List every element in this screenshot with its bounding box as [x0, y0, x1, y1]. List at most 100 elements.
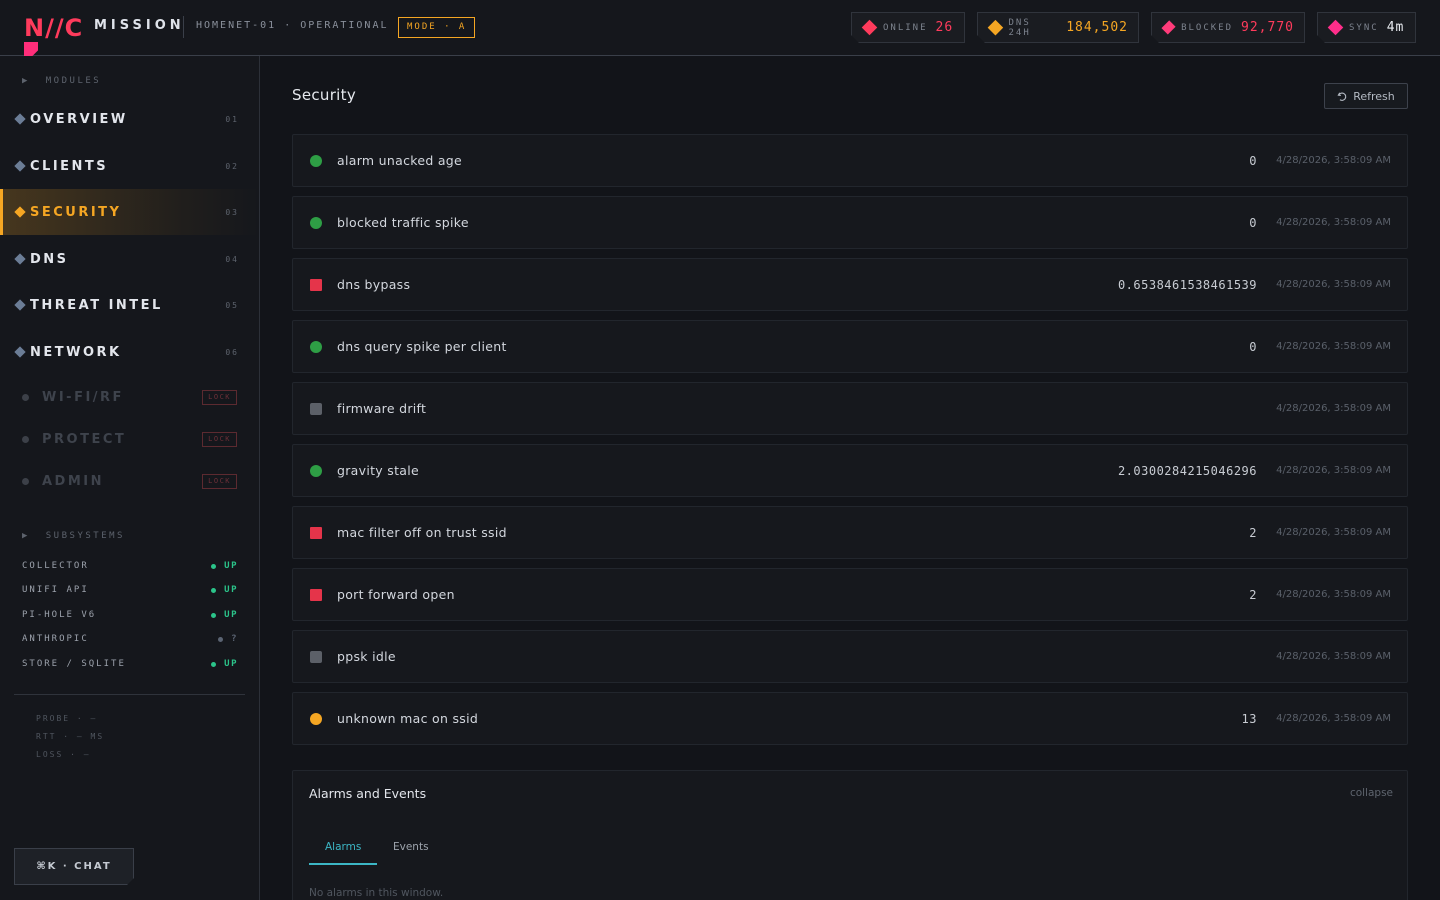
subsystem-status: UP [224, 659, 238, 669]
tab-events[interactable]: Events [377, 837, 445, 865]
check-name: port forward open [337, 587, 455, 602]
probe-readout: PROBE · — [36, 714, 98, 723]
nav-item-admin: ADMIN LOCK [0, 458, 259, 504]
check-row[interactable]: ppsk idle 4/28/2026, 3:58:09 AM [292, 630, 1408, 683]
stat-value: 184,502 [1066, 20, 1128, 35]
modules-label: ▶ MODULES [22, 76, 102, 86]
diamond-icon [1161, 20, 1175, 34]
status-warning-icon [310, 712, 322, 725]
page-title: Security [292, 86, 356, 104]
diamond-icon [14, 299, 26, 311]
nav-item-dns[interactable]: DNS 04 [0, 236, 259, 282]
subsystem-collector: COLLECTOR UP [22, 558, 238, 574]
nav-number: 01 [225, 114, 239, 124]
status-unknown-icon [310, 402, 322, 415]
lock-tag: LOCK [202, 389, 237, 405]
refresh-icon [1337, 92, 1347, 101]
subsystem-status: UP [224, 610, 238, 620]
check-time: 4/28/2026, 3:58:09 AM [1276, 589, 1391, 600]
nav-label: SECURITY [30, 204, 122, 220]
stat-value: 4m [1386, 20, 1405, 35]
subsystems-label: ▶ SUBSYSTEMS [22, 531, 125, 541]
status-ok-icon [310, 154, 322, 167]
nav-item-protect: PROTECT LOCK [0, 416, 259, 462]
check-time: 4/28/2026, 3:58:09 AM [1276, 217, 1391, 228]
refresh-label: Refresh [1353, 89, 1395, 103]
network-status: HOMENET-01 · OPERATIONAL [196, 20, 389, 31]
empty-state-message: No alarms in this window. [309, 887, 444, 899]
nav-label: PROTECT [42, 431, 127, 447]
subsystem-name: UNIFI API [22, 585, 89, 595]
check-name: mac filter off on trust ssid [337, 525, 507, 540]
logo-mark-icon [24, 42, 38, 56]
sidebar-divider [14, 694, 245, 695]
tab-alarms[interactable]: Alarms [309, 837, 378, 865]
check-row[interactable]: dns bypass 0.6538461538461539 4/28/2026,… [292, 258, 1408, 311]
nav-item-security[interactable]: SECURITY 03 [0, 189, 259, 235]
check-name: ppsk idle [337, 649, 396, 664]
diamond-icon [14, 160, 26, 172]
alarms-events-panel: Alarms and Events collapse Alarms Events… [292, 770, 1408, 900]
nav-item-threat-intel[interactable]: THREAT INTEL 05 [0, 282, 259, 328]
nav-number: 04 [225, 254, 239, 264]
mode-badge[interactable]: MODE · A [398, 17, 476, 38]
check-row[interactable]: alarm unacked age 0 4/28/2026, 3:58:09 A… [292, 134, 1408, 187]
subsystem-name: ANTHROPIC [22, 634, 89, 644]
check-value: 0 [1249, 339, 1257, 354]
subsystem-status: ? [231, 634, 238, 644]
collapse-button[interactable]: collapse [1350, 787, 1393, 799]
check-row[interactable]: dns query spike per client 0 4/28/2026, … [292, 320, 1408, 373]
check-name: unknown mac on ssid [337, 711, 479, 726]
stat-dns-24h: DNS 24H 184,502 [977, 12, 1139, 43]
lock-tag: LOCK [202, 431, 237, 447]
stat-value: 26 [935, 20, 954, 35]
nav-item-network[interactable]: NETWORK 06 [0, 329, 259, 375]
check-row[interactable]: unknown mac on ssid 13 4/28/2026, 3:58:0… [292, 692, 1408, 745]
lock-tag: LOCK [202, 473, 237, 489]
subsystem-name: STORE / SQLITE [22, 659, 126, 669]
lock-dot-icon [22, 393, 29, 401]
status-dot-icon [218, 636, 224, 642]
check-time: 4/28/2026, 3:58:09 AM [1276, 527, 1391, 538]
check-time: 4/28/2026, 3:58:09 AM [1276, 155, 1391, 166]
nav-item-overview[interactable]: OVERVIEW 01 [0, 96, 259, 142]
chat-button[interactable]: ⌘K · CHAT [14, 848, 134, 885]
diamond-icon [1328, 20, 1344, 36]
nav-item-clients[interactable]: CLIENTS 02 [0, 143, 259, 189]
check-row[interactable]: gravity stale 2.0300284215046296 4/28/20… [292, 444, 1408, 497]
check-value: 2 [1249, 587, 1257, 602]
status-fail-icon [310, 526, 322, 539]
check-name: firmware drift [337, 401, 427, 416]
check-value: 13 [1241, 711, 1257, 726]
check-name: dns bypass [337, 277, 411, 292]
modules-label-text: MODULES [45, 76, 102, 86]
loss-readout: LOSS · — [36, 750, 91, 759]
subsystem-pi-hole: PI-HOLE V6 UP [22, 607, 238, 623]
nav-label: DNS [30, 251, 69, 267]
subsystem-name: COLLECTOR [22, 561, 89, 571]
check-name: dns query spike per client [337, 339, 507, 354]
diamond-icon [14, 206, 26, 218]
check-time: 4/28/2026, 3:58:09 AM [1276, 713, 1391, 724]
stat-blocked: BLOCKED 92,770 [1151, 12, 1305, 43]
nav-label: OVERVIEW [30, 111, 128, 127]
check-row[interactable]: blocked traffic spike 0 4/28/2026, 3:58:… [292, 196, 1408, 249]
stat-online: ONLINE 26 [851, 12, 965, 43]
nav-label: ADMIN [42, 473, 105, 489]
nav-number: 03 [225, 207, 239, 217]
diamond-icon [14, 253, 26, 265]
check-row[interactable]: mac filter off on trust ssid 2 4/28/2026… [292, 506, 1408, 559]
status-dot-icon [211, 587, 217, 593]
nav-number: 02 [225, 161, 239, 171]
check-time: 4/28/2026, 3:58:09 AM [1276, 279, 1391, 290]
stat-sync: SYNC 4m [1317, 12, 1416, 43]
subsystem-anthropic: ANTHROPIC ? [22, 631, 238, 647]
check-time: 4/28/2026, 3:58:09 AM [1276, 651, 1391, 662]
check-row[interactable]: port forward open 2 4/28/2026, 3:58:09 A… [292, 568, 1408, 621]
nav-label: NETWORK [30, 344, 122, 360]
refresh-button[interactable]: Refresh [1324, 83, 1408, 109]
check-row[interactable]: firmware drift 4/28/2026, 3:58:09 AM [292, 382, 1408, 435]
lock-dot-icon [22, 435, 29, 443]
main-content: Security Refresh alarm unacked age 0 4/2… [260, 56, 1440, 900]
status-unknown-icon [310, 650, 322, 663]
